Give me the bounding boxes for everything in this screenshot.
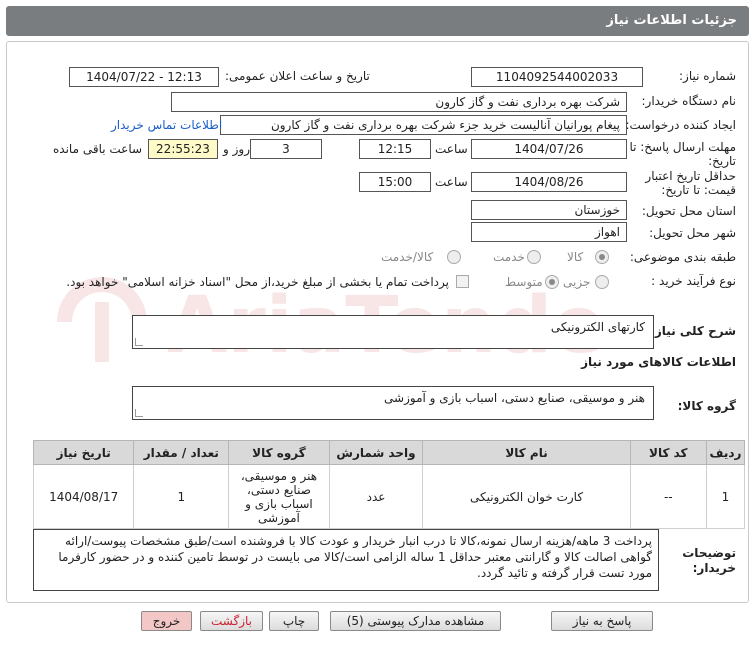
deadline-time-label: ساعت — [435, 142, 468, 156]
process-option-minor: جزیی — [563, 275, 591, 289]
process-option-medium: متوسط — [505, 275, 543, 289]
contact-link[interactable]: اطلاعات تماس خریدار — [111, 118, 222, 132]
category-option-goods-service: کالا/خدمت — [381, 250, 434, 264]
province-label: استان محل تحویل: — [641, 204, 736, 218]
category-label: طبقه بندی موضوعی: — [629, 250, 736, 264]
exit-button[interactable]: خروج — [141, 611, 192, 631]
announce-label: تاریخ و ساعت اعلان عمومی: — [225, 69, 370, 83]
deadline-time-field: 12:15 — [359, 139, 431, 159]
days-label: روز و — [223, 142, 250, 156]
city-label: شهر محل تحویل: — [649, 226, 736, 240]
col-header-need-date: تاریخ نیاز — [32, 440, 135, 465]
back-button[interactable]: بازگشت — [200, 611, 263, 631]
days-field: 3 — [250, 139, 322, 159]
province-field: خوزستان — [471, 200, 627, 220]
cell-quantity: 1 — [133, 464, 230, 529]
col-header-unit: واحد شمارش — [328, 440, 424, 465]
cell-need-date: 1404/08/17 — [32, 464, 135, 529]
category-radio-service[interactable] — [527, 250, 541, 264]
need-number-field: 1104092544002033 — [471, 67, 643, 87]
validity-date-field: 1404/08/26 — [471, 172, 627, 192]
reply-button[interactable]: پاسخ به نیاز — [551, 611, 653, 631]
process-label: نوع فرآیند خرید : — [651, 274, 736, 288]
requester-label: ایجاد کننده درخواست: — [625, 118, 736, 132]
notes-textarea[interactable]: پرداخت 3 ماهه/هزینه ارسال نمونه،کالا تا … — [33, 529, 659, 591]
col-header-group: گروه کالا — [228, 440, 330, 465]
payment-checkbox[interactable] — [456, 275, 469, 288]
buyer-org-field: شرکت بهره برداری نفت و گاز کارون — [171, 92, 627, 112]
print-button[interactable]: چاپ — [269, 611, 319, 631]
summary-text: کارتهای الکترونیکی — [550, 320, 645, 334]
goods-group-text: هنر و موسیقی، صنایع دستی، اسباب بازی و آ… — [384, 391, 645, 405]
cell-code: -- — [629, 464, 707, 529]
col-header-row-number: ردیف — [705, 440, 746, 465]
col-header-name: نام کالا — [422, 440, 631, 465]
payment-note: پرداخت تمام یا بخشی از مبلغ خرید،از محل … — [66, 275, 449, 289]
goods-group-textarea[interactable]: هنر و موسیقی، صنایع دستی، اسباب بازی و آ… — [132, 386, 654, 420]
category-radio-goods-service[interactable] — [447, 250, 461, 264]
table-row: 1 -- کارت خوان الکترونیکی عدد هنر و موسی… — [32, 464, 746, 529]
process-radio-minor[interactable] — [595, 275, 609, 289]
cell-row-number: 1 — [705, 464, 746, 529]
table-header-row: ردیف کد کالا نام کالا واحد شمارش گروه کا… — [32, 440, 746, 465]
deadline-date-field: 1404/07/26 — [471, 139, 627, 159]
validity-time-label: ساعت — [435, 175, 468, 189]
validity-time-field: 15:00 — [359, 172, 431, 192]
remaining-label: ساعت باقی مانده — [53, 142, 143, 156]
announce-field: 1404/07/22 - 12:13 — [69, 67, 219, 87]
details-panel: AriaTender.net شماره نیاز: 1104092544002… — [6, 41, 749, 603]
cell-group: هنر و موسیقی، صنایع دستی، اسباب بازی و آ… — [228, 464, 330, 529]
items-table: ردیف کد کالا نام کالا واحد شمارش گروه کا… — [32, 440, 746, 529]
goods-section-title: اطلاعات کالاهای مورد نیاز — [581, 355, 736, 369]
buyer-org-label: نام دستگاه خریدار: — [641, 94, 737, 108]
remaining-time-field: 22:55:23 — [148, 139, 218, 159]
category-radio-goods[interactable] — [595, 250, 609, 264]
cell-name: کارت خوان الکترونیکی — [422, 464, 631, 529]
page-title: جزئیات اطلاعات نیاز — [606, 13, 737, 28]
city-field: اهواز — [471, 222, 627, 242]
col-header-quantity: تعداد / مقدار — [133, 440, 230, 465]
notes-label: توضیحات خریدار: — [682, 546, 736, 575]
resize-handle[interactable] — [135, 338, 143, 346]
summary-textarea[interactable]: کارتهای الکترونیکی — [132, 315, 654, 349]
cell-unit: عدد — [328, 464, 424, 529]
attachments-button[interactable]: مشاهده مدارک پیوستی (5) — [330, 611, 501, 631]
summary-label: شرح کلی نیاز: — [650, 324, 736, 338]
category-option-service: خدمت — [493, 250, 525, 264]
need-number-label: شماره نیاز: — [679, 69, 736, 83]
process-radio-medium[interactable] — [545, 275, 559, 289]
deadline-label: مهلت ارسال پاسخ: تا تاریخ: — [629, 140, 736, 168]
category-option-goods: کالا — [567, 250, 584, 264]
notes-text: پرداخت 3 ماهه/هزینه ارسال نمونه،کالا تا … — [58, 534, 652, 580]
col-header-code: کد کالا — [629, 440, 707, 465]
page-header: جزئیات اطلاعات نیاز — [6, 6, 749, 36]
requester-field: پیغام پورانیان آنالیست خرید جزء شرکت بهر… — [220, 115, 627, 135]
validity-label: حداقل تاریخ اعتبار قیمت: تا تاریخ: — [645, 169, 736, 197]
goods-group-label: گروه کالا: — [677, 399, 736, 413]
resize-handle[interactable] — [135, 409, 143, 417]
